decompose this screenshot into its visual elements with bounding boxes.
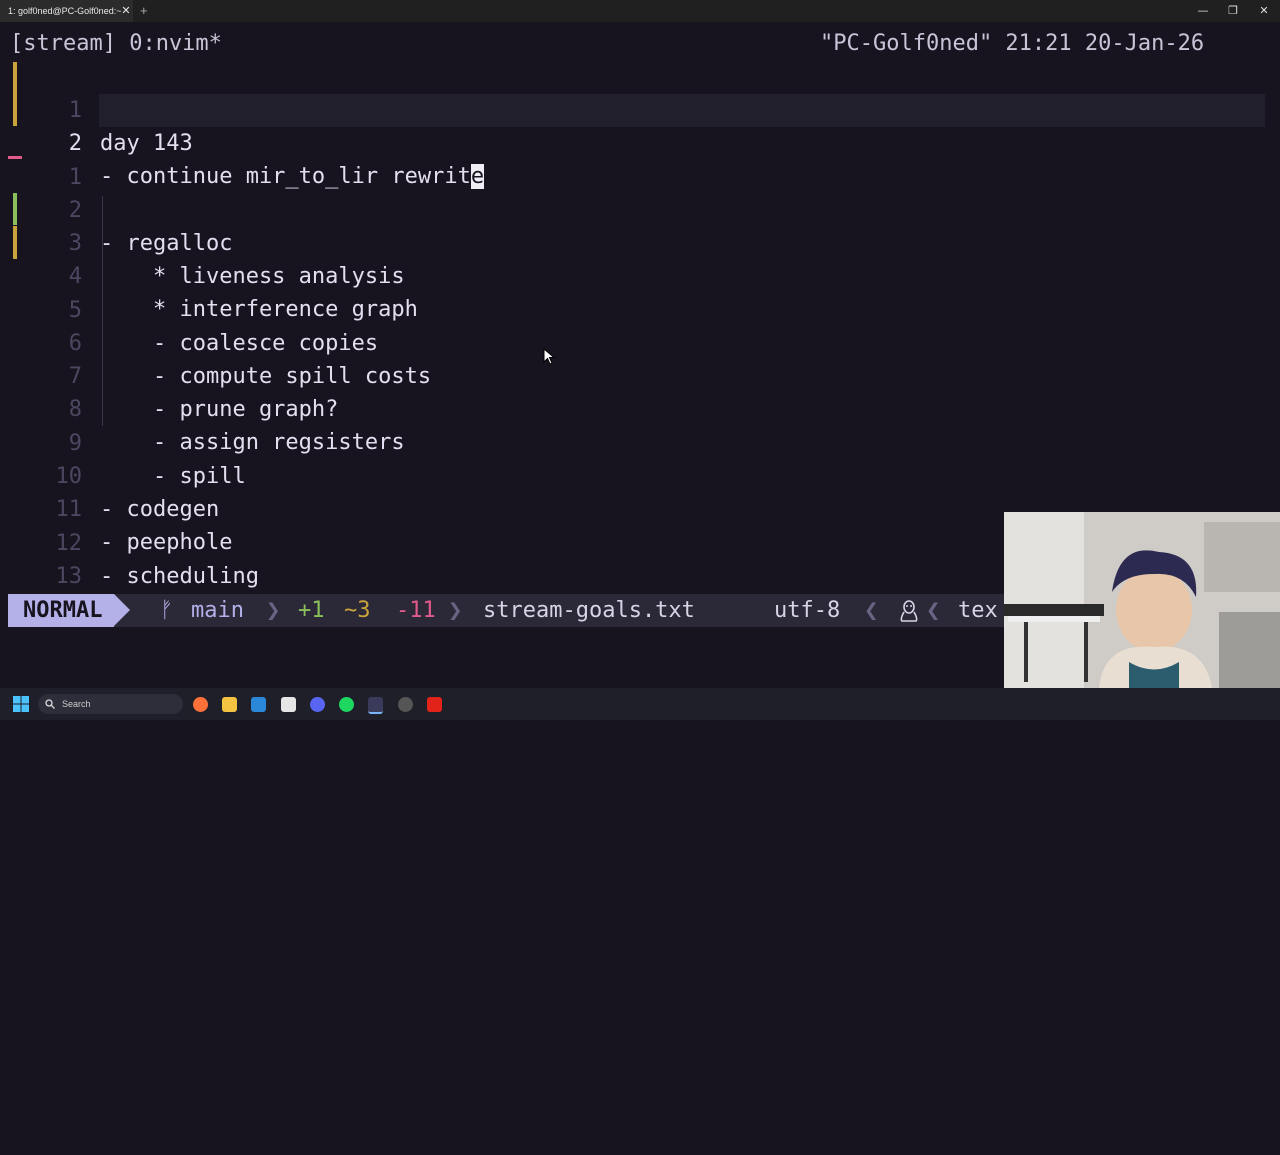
diff-added: +1 xyxy=(298,598,325,623)
outlook-icon[interactable] xyxy=(251,697,266,712)
minimize-icon[interactable]: — xyxy=(1188,0,1218,22)
mouse-pointer-icon xyxy=(543,348,556,365)
git-branch-icon: ᚠ xyxy=(160,598,174,623)
editor-line[interactable]: 6 - compute spill costs xyxy=(0,294,1280,389)
acrobat-icon[interactable] xyxy=(427,697,442,712)
chevron-left-icon: ❮ xyxy=(864,596,879,624)
editor-line[interactable]: 2 - regalloc xyxy=(0,161,1280,256)
editor-line[interactable]: 10 - codegen xyxy=(0,427,1280,522)
editor-line[interactable]: 1 day 143 xyxy=(0,61,1280,156)
new-tab-icon[interactable]: + xyxy=(140,0,152,22)
file-type: tex xyxy=(958,598,998,623)
taskbar xyxy=(0,688,1280,720)
taskbar-search[interactable]: Search xyxy=(38,694,183,714)
close-window-icon[interactable]: ✕ xyxy=(1249,0,1279,22)
tab-close-icon[interactable]: ✕ xyxy=(120,0,132,22)
file-name: stream-goals.txt xyxy=(483,598,695,623)
nvim-statusline: NORMAL ᚠ main ❯ +1 ~3 -11 ❯ stream-goals… xyxy=(0,594,1004,627)
spotify-icon[interactable] xyxy=(339,697,354,712)
editor-line[interactable]: 5 - coalesce copies xyxy=(0,261,1280,356)
editor-line[interactable]: 3 * liveness analysis xyxy=(0,194,1280,289)
search-icon xyxy=(45,699,55,709)
file-encoding: utf-8 xyxy=(774,598,841,623)
editor-line[interactable]: 7 - prune graph? xyxy=(0,327,1280,422)
terminal-tab[interactable]: 1: golf0ned@PC-Golf0ned:~ xyxy=(0,0,133,22)
editor-line[interactable]: 4 * interference graph xyxy=(0,227,1280,322)
editor-line[interactable]: 9 - spill xyxy=(0,394,1280,489)
editor-line-current[interactable]: 2 - continue mir_to_lir rewrite xyxy=(0,94,1280,189)
mode-separator xyxy=(114,594,130,626)
editor-line[interactable]: 1 xyxy=(0,128,1280,190)
webcam-feed xyxy=(1004,512,1280,688)
obs-icon[interactable] xyxy=(398,697,413,712)
webcam-overlay xyxy=(1004,512,1280,688)
chevron-right-icon: ❯ xyxy=(266,596,281,624)
terminal-app-icon[interactable] xyxy=(368,697,383,714)
maximize-icon[interactable]: ❐ xyxy=(1218,0,1248,22)
linux-icon xyxy=(900,600,918,622)
tmux-host-clock: "PC-Golf0ned" 21:21 20-Jan-26 xyxy=(820,31,1205,56)
window-tab-bar xyxy=(0,0,1280,22)
tmux-session-label: [stream] 0:nvim* xyxy=(10,31,222,56)
mode-indicator: NORMAL xyxy=(8,594,114,627)
windows-start-icon[interactable] xyxy=(13,696,29,712)
editor-line[interactable]: 11 - peephole xyxy=(0,460,1280,555)
notion-icon[interactable] xyxy=(281,697,296,712)
diff-removed: -11 xyxy=(396,598,436,623)
discord-icon[interactable] xyxy=(310,697,325,712)
diff-changed: ~3 xyxy=(344,598,371,623)
firefox-icon[interactable] xyxy=(193,697,208,712)
chevron-right-icon: ❯ xyxy=(448,596,463,624)
file-explorer-icon[interactable] xyxy=(222,697,237,712)
editor-line[interactable]: 8 - assign regsisters xyxy=(0,360,1280,455)
chevron-left-icon: ❮ xyxy=(926,596,941,624)
search-input: Search xyxy=(62,699,91,709)
git-branch: main xyxy=(191,598,244,623)
